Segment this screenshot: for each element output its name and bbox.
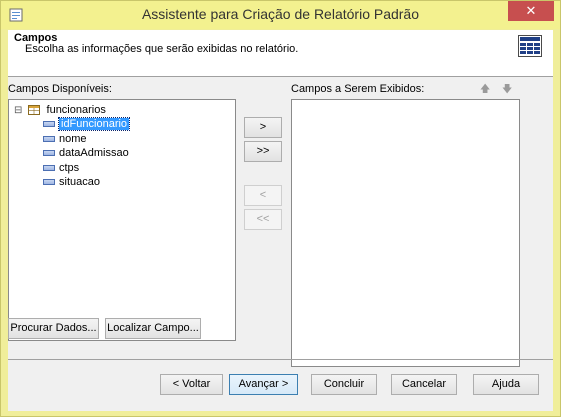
back-button[interactable]: < Voltar bbox=[160, 374, 223, 395]
shown-fields-label: Campos a Serem Exibidos: bbox=[291, 83, 425, 95]
field-icon bbox=[43, 121, 55, 128]
shown-fields-list[interactable] bbox=[291, 99, 520, 367]
close-button[interactable]: ✕ bbox=[508, 1, 554, 21]
help-button[interactable]: Ajuda bbox=[473, 374, 539, 395]
footer-separator bbox=[8, 359, 553, 360]
field-label: idFuncionario bbox=[57, 117, 131, 131]
finish-button[interactable]: Concluir bbox=[311, 374, 377, 395]
window-title: Assistente para Criação de Relatório Pad… bbox=[141, 6, 420, 22]
field-label: dataAdmissao bbox=[59, 147, 129, 159]
remove-all-fields-button[interactable]: << bbox=[244, 209, 282, 230]
tree-node-table[interactable]: ⊟ funcionarios bbox=[14, 103, 106, 117]
field-icon bbox=[43, 165, 55, 172]
available-fields-label: Campos Disponíveis: bbox=[8, 83, 112, 95]
available-fields-tree[interactable]: ⊟ funcionarios idFuncionario nome dataAd… bbox=[8, 99, 236, 341]
next-button[interactable]: Avançar > bbox=[229, 374, 298, 395]
collapse-icon[interactable]: ⊟ bbox=[14, 105, 22, 116]
field-label: situacao bbox=[59, 176, 100, 188]
wizard-body: Campos Escolha as informações que serão … bbox=[8, 30, 553, 411]
add-field-button[interactable]: > bbox=[244, 117, 282, 138]
field-label: nome bbox=[59, 133, 87, 145]
locate-field-button[interactable]: Localizar Campo... bbox=[105, 318, 201, 339]
browse-data-button[interactable]: Procurar Dados... bbox=[8, 318, 99, 339]
field-node[interactable]: situacao bbox=[43, 175, 100, 189]
field-icon bbox=[43, 150, 55, 157]
table-node-label: funcionarios bbox=[46, 104, 106, 116]
add-all-fields-button[interactable]: >> bbox=[244, 141, 282, 162]
field-node[interactable]: nome bbox=[43, 132, 87, 146]
page-subtitle: Escolha as informações que serão exibida… bbox=[25, 43, 299, 55]
table-icon bbox=[518, 35, 542, 57]
field-label: ctps bbox=[59, 162, 80, 174]
field-icon bbox=[43, 136, 55, 143]
field-icon bbox=[43, 179, 55, 186]
field-node[interactable]: idFuncionario bbox=[43, 117, 131, 131]
field-node[interactable]: ctps bbox=[43, 161, 79, 175]
cancel-button[interactable]: Cancelar bbox=[391, 374, 457, 395]
remove-field-button[interactable]: < bbox=[244, 185, 282, 206]
wizard-window: Assistente para Criação de Relatório Pad… bbox=[0, 0, 561, 417]
move-up-icon[interactable]: 🡅 bbox=[480, 82, 490, 99]
wizard-header: Campos Escolha as informações que serão … bbox=[8, 30, 553, 77]
move-down-icon[interactable]: 🡇 bbox=[502, 82, 512, 99]
table-node-icon bbox=[28, 105, 41, 116]
field-node[interactable]: dataAdmissao bbox=[43, 146, 129, 160]
title-bar[interactable]: Assistente para Criação de Relatório Pad… bbox=[1, 1, 560, 29]
